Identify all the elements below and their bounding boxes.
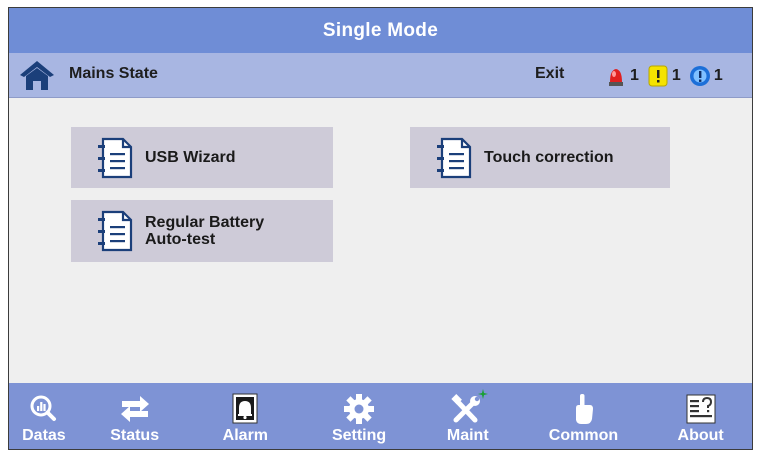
touch-correction-button[interactable]: Touch correction [410,127,670,188]
about-icon [686,394,716,424]
usb-wizard-button[interactable]: USB Wizard [71,127,333,188]
red-alarm-icon [609,69,623,86]
alarm-count-blue: 1 [713,67,723,84]
nav-about-label: About [677,427,724,444]
alarm-summary: 1 1 1 [605,64,731,88]
nav-common-label: Common [548,427,619,444]
nav-maint-label: Maint [446,427,489,444]
alarm-counter-yellow[interactable]: 1 [647,65,681,87]
nav-alarm[interactable]: Alarm [191,383,301,449]
document-icon [98,137,133,178]
document-icon [437,137,472,178]
nav-status[interactable]: Status [79,383,191,449]
alarm-count-red: 1 [630,67,639,84]
regular-battery-autotest-label: Regular Battery Auto-test [145,214,305,248]
document-icon [98,210,133,252]
gear-icon [344,394,375,424]
page-title: Single Mode [322,19,439,41]
nav-datas-label: Datas [22,427,66,444]
datas-icon [30,395,56,421]
nav-about[interactable]: About [649,383,752,449]
nav-common[interactable]: Common [518,383,650,449]
content-area: USB Wizard Touch correction Regular Batt… [9,98,752,383]
nav-setting-label: Setting [331,427,387,444]
screen-frame: Single Mode Mains State Exit 1 1 1 USB W… [8,7,753,450]
usb-wizard-label: USB Wizard [145,149,236,166]
regular-battery-autotest-button[interactable]: Regular Battery Auto-test [71,200,333,262]
alarm-bell-icon [232,393,258,424]
regular-battery-label-line2: Auto-test [145,231,216,248]
touch-correction-label: Touch correction [484,149,614,166]
nav-alarm-label: Alarm [222,427,269,444]
hand-pointer-icon [576,394,594,424]
alarm-counter-red[interactable]: 1 [605,65,639,87]
title-bar: Single Mode [9,8,752,53]
alarm-count-yellow: 1 [671,67,681,84]
status-bar: Mains State Exit 1 1 1 [9,53,752,98]
nav-maint[interactable]: Maint [418,383,518,449]
tools-icon [451,389,488,423]
home-icon[interactable] [19,59,55,91]
nav-status-label: Status [110,427,160,444]
regular-battery-label-line1: Regular Battery [145,214,265,231]
mains-state-label: Mains State [69,65,158,82]
blue-info-icon [689,66,710,86]
bottom-nav: Datas Status Alarm Setting Maint Common … [9,383,752,449]
nav-setting[interactable]: Setting [300,383,418,449]
exit-button[interactable]: Exit [535,65,564,83]
alarm-counter-blue[interactable]: 1 [689,65,723,87]
yellow-warning-icon [648,65,668,87]
status-arrows-icon [120,396,149,422]
nav-datas[interactable]: Datas [9,383,79,449]
